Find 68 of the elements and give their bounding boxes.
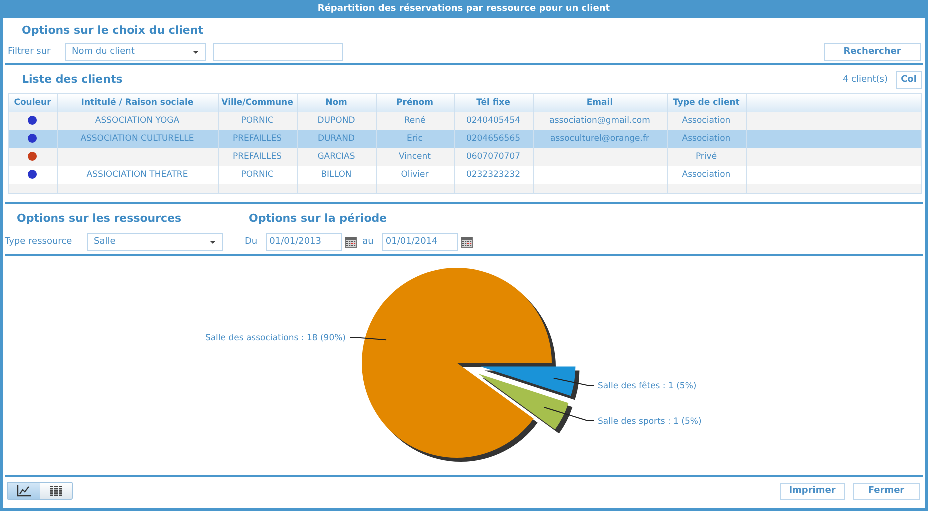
resource-type-dropdown[interactable]: Salle: [87, 233, 223, 251]
filter-dropdown[interactable]: Nom du client: [65, 43, 206, 61]
section-heading: Liste des clients: [21, 72, 123, 88]
view-toggle[interactable]: [8, 483, 40, 499]
slice-label: Salle des fêtes : 1 (5%): [598, 382, 697, 392]
section-heading: Options sur les ressources: [16, 211, 183, 227]
column-header[interactable]: Prénom: [376, 94, 454, 112]
slice-label: Salle des associations : 18 (90%): [205, 334, 346, 344]
calendar-icon[interactable]: [460, 236, 473, 248]
filter-label: Filtrer sur: [8, 47, 52, 57]
column-header[interactable]: Type de client: [667, 94, 746, 112]
search-field[interactable]: [213, 43, 343, 61]
table-cell: PORNIC: [241, 116, 274, 126]
search-button[interactable]: Rechercher: [824, 43, 921, 61]
table-row[interactable]: ASSOCIATION YOGA PORNIC DUPOND René 0240405454 association@gmail.com Association: [9, 112, 921, 130]
leader-line: [350, 337, 388, 341]
line-chart-icon: [17, 485, 31, 497]
table-cell: 0240405454: [466, 116, 521, 126]
resource-type-label: Type ressource: [5, 237, 74, 247]
table-row[interactable]: ASSIOCIATION THEATRE PORNIC BILLON Olivier 0232323232 Association: [9, 166, 921, 184]
table-cell: ASSIOCIATION THEATRE: [86, 170, 188, 180]
column-header[interactable]: Tél fixe: [454, 94, 533, 112]
table-cell: 0204656565: [466, 134, 521, 144]
column-header[interactable]: Ville/Commune: [218, 94, 297, 112]
column-header[interactable]: Nom: [297, 94, 376, 112]
table-cell: PORNIC: [241, 170, 274, 180]
section-heading: Options sur le choix du client: [21, 23, 204, 39]
leader-line: [544, 407, 594, 422]
table-row[interactable]: PREFAILLES GARCIAS Vincent 0607070707 Privé: [9, 148, 921, 166]
section-heading: Options sur la période: [248, 211, 388, 227]
grid-icon: [50, 486, 62, 496]
date-field[interactable]: 01/01/2014: [382, 233, 458, 251]
footer-button[interactable]: Fermer: [853, 482, 920, 500]
table-cell: Privé: [696, 152, 718, 162]
table-cell: ASSOCIATION CULTURELLE: [80, 134, 194, 144]
table-cell: DURAND: [318, 134, 356, 144]
table-row[interactable]: ASSOCIATION CULTURELLE PREFAILLES DURAND Eric 0204656565 assoculturel@orange.fr Association: [9, 130, 921, 148]
table-cell: 0607070707: [466, 152, 521, 162]
table-cell: Eric: [407, 134, 423, 144]
column-header[interactable]: Intitulé / Raison sociale: [57, 94, 218, 112]
leader-line: [553, 378, 594, 386]
column-header[interactable]: Couleur: [9, 94, 57, 112]
columns-button[interactable]: Col: [896, 71, 922, 89]
table-cell: BILLON: [321, 170, 352, 180]
slice-label: Salle des sports : 1 (5%): [598, 417, 702, 428]
table-cell: PREFAILLES: [232, 134, 282, 144]
client-count: 4 client(s): [842, 75, 888, 85]
table-cell: PREFAILLES: [232, 152, 282, 162]
table-cell: Association: [682, 170, 731, 180]
table-cell: GARCIAS: [318, 152, 356, 162]
footer-button[interactable]: Imprimer: [780, 482, 845, 500]
table-cell: Association: [682, 134, 731, 144]
calendar-icon[interactable]: [344, 236, 357, 248]
date-field[interactable]: 01/01/2013: [266, 233, 342, 251]
table-cell: association@gmail.com: [550, 116, 650, 126]
from-label: Du: [245, 237, 258, 247]
view-toggle[interactable]: [40, 483, 72, 499]
window-title: Répartition des réservations par ressource pour un client: [0, 0, 928, 18]
table-cell: Vincent: [399, 152, 431, 162]
to-label: au: [362, 237, 374, 247]
table-cell: ASSOCIATION YOGA: [95, 116, 180, 126]
table-cell: René: [404, 116, 426, 126]
column-header[interactable]: Email: [533, 94, 667, 112]
table-cell: Association: [682, 116, 731, 126]
table-cell: DUPOND: [318, 116, 356, 126]
table-cell: assoculturel@orange.fr: [550, 134, 650, 144]
table-cell: Olivier: [401, 170, 429, 180]
table-cell: 0232323232: [466, 170, 521, 180]
